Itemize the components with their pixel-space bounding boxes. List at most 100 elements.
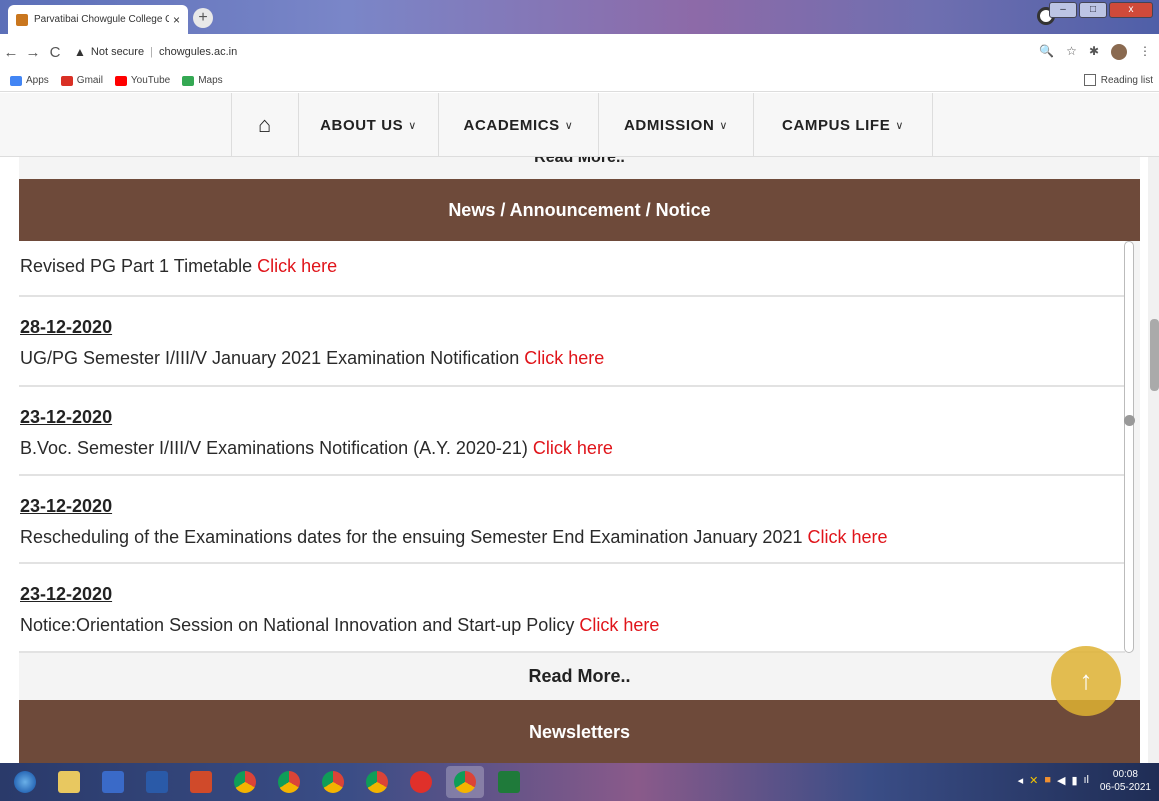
security-label: Not secure	[90, 46, 145, 58]
chrome-icon	[278, 771, 300, 793]
menu-icon[interactable]: ⋮	[1139, 44, 1151, 60]
click-here-link[interactable]: Click here	[807, 527, 887, 547]
news-item: 23-12-2020 B.Voc. Semester I/III/V Exami…	[19, 387, 1125, 476]
news-section-header: News / Announcement / Notice	[19, 179, 1140, 241]
network-icon[interactable]: ▮	[1071, 774, 1077, 787]
news-text: Notice:Orientation Session on National I…	[20, 615, 660, 635]
reload-button[interactable]: C	[44, 44, 66, 61]
minimize-button[interactable]: –	[1049, 2, 1077, 18]
chevron-down-icon: ∨	[408, 119, 417, 132]
taskbar-chrome-active[interactable]	[446, 766, 484, 798]
news-text: Revised PG Part 1 Timetable Click here	[20, 256, 338, 276]
volume-icon[interactable]: ◀	[1057, 774, 1065, 787]
forward-button[interactable]: →	[22, 44, 44, 61]
taskbar-chrome[interactable]	[270, 766, 308, 798]
tab-close-icon[interactable]: ×	[173, 13, 180, 27]
taskbar-chrome[interactable]	[314, 766, 352, 798]
tray-antivirus-icon[interactable]: ✕	[1029, 774, 1038, 787]
taskbar-app[interactable]	[94, 766, 132, 798]
click-here-link[interactable]: Click here	[579, 615, 659, 635]
bookmark-gmail[interactable]: Gmail	[60, 75, 103, 86]
news-list[interactable]: 29-12-2020 Revised PG Part 1 Timetable C…	[19, 241, 1125, 653]
tab-title: Parvatibai Chowgule College Of	[34, 14, 169, 25]
chevron-down-icon: ∨	[895, 119, 904, 132]
maps-pin-icon	[182, 75, 195, 86]
nav-academics[interactable]: ACADEMICS ∨	[438, 93, 598, 157]
news-text: UG/PG Semester I/III/V January 2021 Exam…	[20, 348, 605, 368]
extensions-icon[interactable]: ✱	[1089, 44, 1099, 60]
news-item: 28-12-2020 UG/PG Semester I/III/V Januar…	[19, 297, 1125, 387]
reading-list-button[interactable]: Reading list	[1083, 74, 1153, 86]
opera-icon	[410, 771, 432, 793]
url-text: chowgules.ac.in	[158, 46, 238, 58]
news-scrollbar[interactable]	[1124, 241, 1134, 653]
home-icon: ⌂	[258, 112, 272, 137]
nav-campus-life[interactable]: CAMPUS LIFE ∨	[753, 93, 933, 157]
system-tray: ◂ ✕ ■ ◀ ▮ ıl	[1018, 774, 1089, 787]
tray-app-icon[interactable]: ■	[1044, 774, 1051, 787]
chevron-down-icon: ∨	[564, 119, 574, 132]
read-more-link-bottom[interactable]: Read More..	[19, 653, 1140, 700]
chrome-icon	[234, 771, 256, 793]
page-viewport: Read More.. News / Announcement / Notice…	[0, 93, 1159, 763]
taskbar-chrome[interactable]	[226, 766, 264, 798]
news-item: 29-12-2020 Revised PG Part 1 Timetable C…	[19, 241, 1125, 297]
taskbar-chrome[interactable]	[358, 766, 396, 798]
bookmark-apps[interactable]: Apps	[10, 75, 49, 86]
maximize-button[interactable]: □	[1079, 2, 1107, 18]
url-separator: |	[150, 46, 153, 58]
nav-admission[interactable]: ADMISSION ∨	[598, 93, 753, 157]
click-here-link[interactable]: Click here	[533, 438, 613, 458]
chevron-down-icon: ∨	[719, 119, 729, 132]
bookmarks-bar: Apps Gmail YouTube Maps Reading list	[0, 70, 1159, 92]
gmail-icon	[60, 75, 73, 86]
taskbar-opera[interactable]	[402, 766, 440, 798]
bookmark-youtube[interactable]: YouTube	[114, 75, 171, 86]
scroll-to-top-button[interactable]: ↑	[1051, 646, 1121, 716]
clock-time: 00:08	[1112, 769, 1138, 780]
click-here-link[interactable]: Click here	[257, 256, 337, 276]
powerpoint-icon	[190, 771, 212, 793]
nav-label: ADMISSION	[623, 116, 715, 134]
page-scrollbar-thumb[interactable]	[1150, 319, 1159, 391]
nav-about-us[interactable]: ABOUT US ∨	[298, 93, 438, 157]
taskbar-excel[interactable]	[490, 766, 528, 798]
excel-icon	[498, 771, 520, 793]
click-here-link[interactable]: Click here	[524, 348, 604, 368]
toolbar-right-icons: 🔍 ☆ ✱ ⋮	[1039, 44, 1151, 60]
taskbar-explorer[interactable]	[50, 766, 88, 798]
folder-icon	[58, 771, 80, 793]
new-tab-button[interactable]: +	[193, 8, 213, 28]
reading-list-label: Reading list	[1100, 74, 1153, 86]
taskbar-word[interactable]	[138, 766, 176, 798]
browser-title-bar: Parvatibai Chowgule College Of × + – □ x	[0, 0, 1159, 34]
main-nav: ⌂ ABOUT US ∨ ACADEMICS ∨ ADMISSION ∨ CAMPUS…	[0, 93, 1159, 157]
bookmark-label: YouTube	[130, 75, 171, 86]
address-bar[interactable]: ▲ Not secure | chowgules.ac.in	[74, 45, 237, 59]
system-clock[interactable]: 00:08 06-05-2021	[1100, 768, 1151, 794]
page-scrollbar[interactable]	[1148, 93, 1159, 763]
back-button[interactable]: ←	[0, 44, 22, 61]
chrome-icon	[454, 771, 476, 793]
page-content: Read More.. News / Announcement / Notice…	[19, 93, 1140, 763]
taskbar-powerpoint[interactable]	[182, 766, 220, 798]
zoom-icon[interactable]: 🔍	[1039, 44, 1054, 60]
bookmark-star-icon[interactable]: ☆	[1066, 44, 1077, 60]
nav-home[interactable]: ⌂	[231, 93, 298, 157]
account-avatar[interactable]	[1111, 44, 1127, 60]
clock-date: 06-05-2021	[1099, 782, 1151, 793]
window-controls: – □ x	[1049, 2, 1153, 18]
close-window-button[interactable]: x	[1109, 2, 1153, 18]
app-icon	[102, 771, 124, 793]
tray-arrow-icon[interactable]: ◂	[1018, 774, 1024, 787]
nav-label: ABOUT US	[320, 116, 404, 134]
news-scroll-indicator	[1124, 415, 1135, 426]
start-button[interactable]	[6, 766, 44, 798]
signal-icon[interactable]: ıl	[1084, 774, 1090, 787]
apps-grid-icon	[10, 75, 22, 86]
browser-tab[interactable]: Parvatibai Chowgule College Of ×	[8, 5, 188, 34]
windows-logo-icon	[14, 771, 36, 793]
chrome-icon	[322, 771, 344, 793]
bookmark-maps[interactable]: Maps	[182, 75, 223, 86]
news-item: 23-12-2020 Notice:Orientation Session on…	[19, 564, 1125, 653]
